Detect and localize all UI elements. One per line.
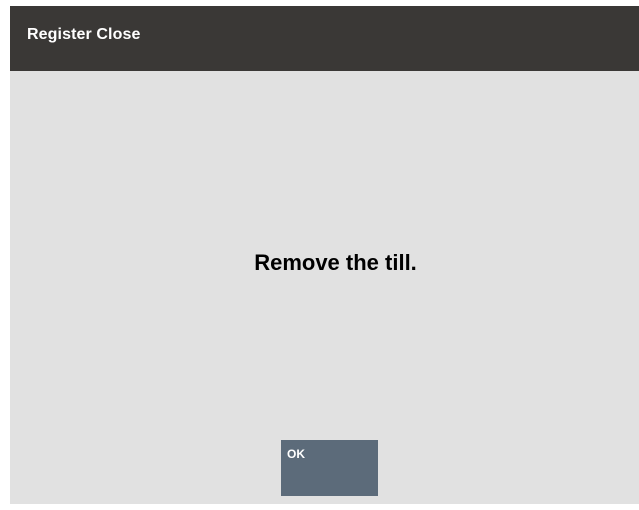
window-title: Register Close <box>27 26 141 43</box>
title-bar: Register Close <box>10 6 639 71</box>
prompt-message: Remove the till. <box>254 250 417 275</box>
ok-button-label: OK <box>287 447 305 461</box>
register-close-window: Register Close Remove the till. OK <box>10 6 639 504</box>
ok-button[interactable]: OK <box>281 440 378 496</box>
